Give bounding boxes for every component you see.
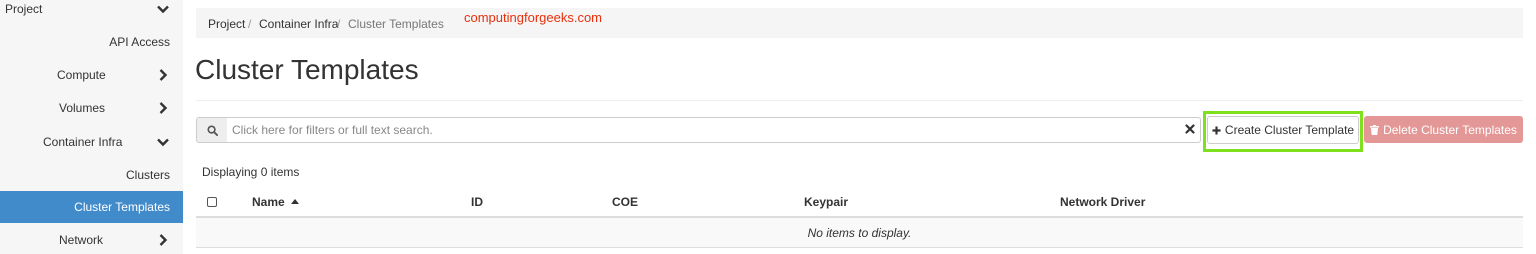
column-label: Name <box>252 195 285 209</box>
sidebar-item-compute[interactable]: Compute <box>0 60 183 90</box>
sidebar-item-label: Clusters <box>125 168 170 182</box>
column-header-network-driver[interactable]: Network Driver <box>1060 195 1145 209</box>
breadcrumb-separator: / <box>337 17 341 31</box>
breadcrumb-item-project[interactable]: Project <box>208 17 245 31</box>
watermark-text: computingforgeeks.com <box>464 10 603 25</box>
item-count: Displaying 0 items <box>202 165 300 179</box>
trash-icon <box>1370 124 1380 135</box>
column-header-keypair[interactable]: Keypair <box>804 195 848 209</box>
chevron-right-icon <box>159 234 168 246</box>
sort-up-icon <box>291 199 300 204</box>
page-title: Cluster Templates <box>195 54 419 85</box>
search-input[interactable] <box>227 117 1201 143</box>
delete-button-label: Delete Cluster Templates <box>1383 122 1517 137</box>
chevron-down-icon <box>157 138 169 147</box>
breadcrumb-item-container-infra[interactable]: Container Infra <box>259 17 338 31</box>
breadcrumb-item-current: Cluster Templates <box>348 17 444 31</box>
create-button-label: Create Cluster Template <box>1224 123 1355 137</box>
sidebar-item-label: Compute <box>57 68 106 82</box>
breadcrumb-separator: / <box>248 17 252 31</box>
chevron-right-icon <box>159 69 168 81</box>
sidebar-item-label: Project <box>5 2 43 16</box>
sidebar-item-label: Network <box>59 233 104 247</box>
chevron-down-icon <box>157 5 169 14</box>
delete-cluster-templates-button[interactable]: Delete Cluster Templates <box>1364 116 1523 143</box>
chevron-right-icon <box>159 102 168 114</box>
column-header-id[interactable]: ID <box>471 195 483 209</box>
sidebar-item-clusters[interactable]: Clusters <box>0 160 183 190</box>
create-cluster-template-button[interactable]: Create Cluster Template <box>1207 116 1359 144</box>
sidebar-item-container-infra[interactable]: Container Infra <box>0 127 183 157</box>
title-divider <box>196 100 1523 101</box>
search-addon <box>196 117 228 143</box>
close-icon[interactable] <box>1185 124 1195 134</box>
column-header-name[interactable]: Name <box>252 195 300 209</box>
sidebar-item-label: Container Infra <box>43 135 123 149</box>
sidebar-item-network[interactable]: Network <box>0 225 183 254</box>
select-all-checkbox[interactable] <box>207 197 217 207</box>
table-row: No items to display. <box>196 218 1523 247</box>
sidebar-item-label: Volumes <box>59 101 106 115</box>
sidebar-item-cluster-templates[interactable]: Cluster Templates <box>0 191 183 223</box>
sidebar-item-project[interactable]: Project <box>0 0 183 24</box>
sidebar-item-label: API Access <box>109 35 170 49</box>
column-header-coe[interactable]: COE <box>612 195 638 209</box>
sidebar-nav: Project API Access Compute Volumes Conta… <box>0 0 183 254</box>
table-bottom-border <box>196 247 1523 248</box>
sidebar-item-label: Cluster Templates <box>74 200 170 214</box>
empty-message: No items to display. <box>807 226 912 240</box>
sidebar-item-api-access[interactable]: API Access <box>0 27 183 57</box>
sidebar-item-volumes[interactable]: Volumes <box>0 93 183 123</box>
breadcrumb: Project / Container Infra / Cluster Temp… <box>196 8 1523 38</box>
plus-icon <box>1212 125 1221 135</box>
search-icon <box>207 125 218 136</box>
